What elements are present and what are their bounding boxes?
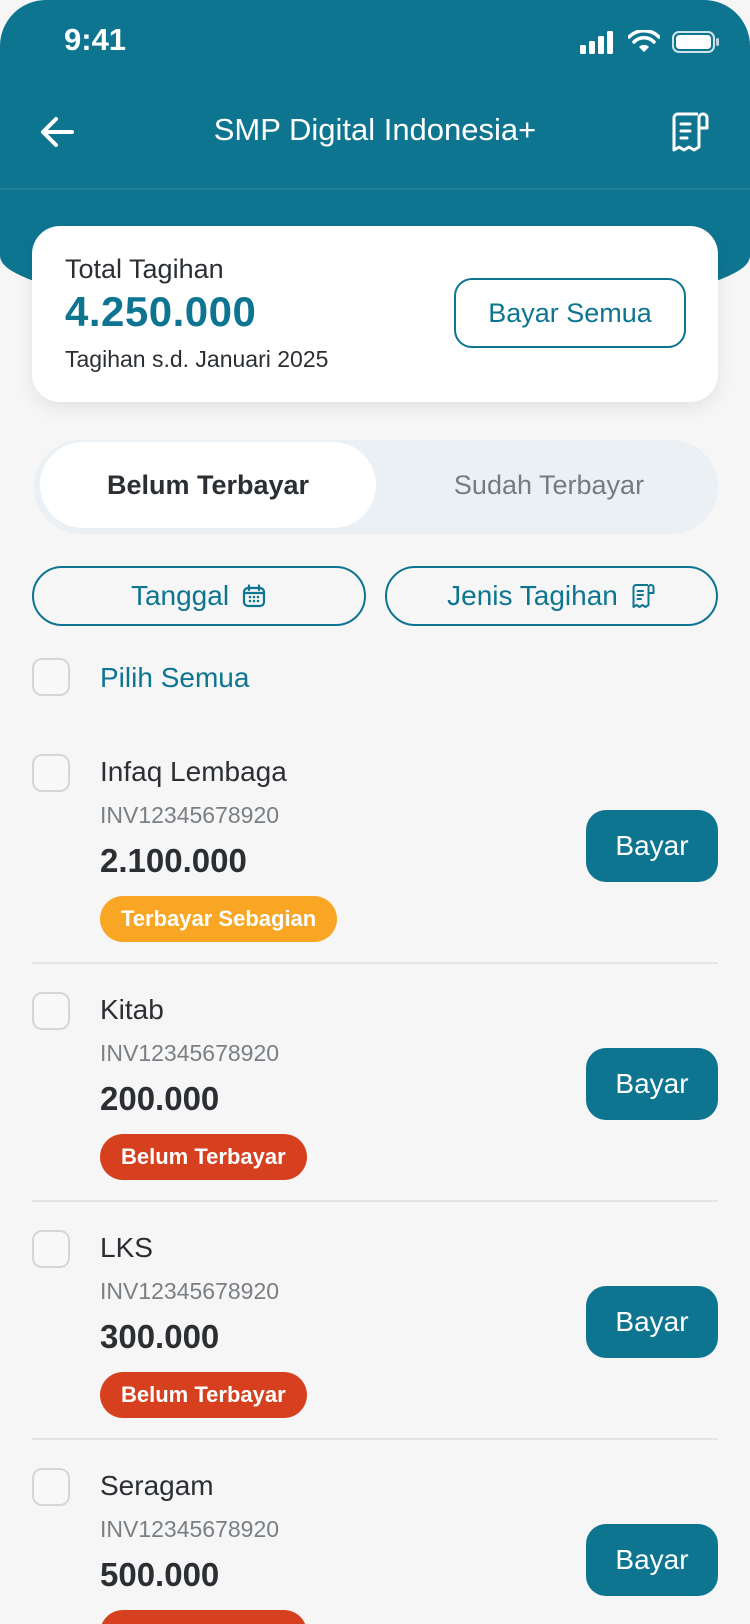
item-amount: 500.000: [100, 1556, 220, 1593]
bill-type-filter-button[interactable]: Jenis Tagihan: [385, 566, 718, 626]
status-badge: Belum Terbayar: [100, 1372, 307, 1418]
tab-unpaid[interactable]: Belum Terbayar: [40, 442, 376, 528]
item-checkbox[interactable]: [32, 1468, 70, 1506]
item-invoice: INV12345678920: [100, 1040, 280, 1066]
item-amount: 200.000: [100, 1080, 220, 1117]
item-amount: 300.000: [100, 1318, 220, 1355]
pay-button[interactable]: Bayar: [586, 1524, 718, 1596]
total-subtitle: Tagihan s.d. Januari 2025: [65, 346, 329, 372]
tab-paid[interactable]: Sudah Terbayar: [384, 442, 714, 528]
item-name: Seragam: [100, 1470, 214, 1501]
pay-button[interactable]: Bayar: [586, 1286, 718, 1358]
item-name: Kitab: [100, 994, 164, 1025]
select-all-label[interactable]: Pilih Semua: [100, 662, 249, 694]
total-bill-card: Total Tagihan 4.250.000 Tagihan s.d. Jan…: [32, 226, 718, 402]
date-filter-button[interactable]: Tanggal: [32, 566, 366, 626]
item-invoice: INV12345678920: [100, 802, 280, 828]
item-name: Infaq Lembaga: [100, 756, 287, 787]
signal-icon: [580, 31, 613, 54]
battery-icon: [672, 31, 719, 53]
pay-button[interactable]: Bayar: [586, 810, 718, 882]
status-badge: Belum Terbayar: [100, 1610, 307, 1624]
bill-item: Infaq Lembaga INV12345678920 2.100.000 T…: [0, 754, 750, 992]
page-title: SMP Digital Indonesia+: [213, 112, 537, 147]
bill-item: Seragam INV12345678920 500.000 Belum Ter…: [0, 1468, 750, 1624]
wifi-icon: [628, 30, 660, 52]
pay-all-button[interactable]: Bayar Semua: [454, 278, 686, 348]
total-label: Total Tagihan: [65, 254, 224, 284]
status-time: 9:41: [64, 22, 127, 57]
select-all-checkbox[interactable]: [32, 658, 70, 696]
status-badge: Belum Terbayar: [100, 1134, 307, 1180]
date-filter-label: Tanggal: [130, 580, 230, 611]
status-icons: [580, 30, 720, 54]
item-amount: 2.100.000: [100, 842, 247, 879]
bill-item: LKS INV12345678920 300.000 Belum Terbaya…: [0, 1230, 750, 1468]
bill-item: Kitab INV12345678920 200.000 Belum Terba…: [0, 992, 750, 1230]
calendar-icon: [242, 584, 266, 608]
status-badge: Terbayar Sebagian: [100, 896, 338, 942]
item-checkbox[interactable]: [32, 992, 70, 1030]
pay-button[interactable]: Bayar: [586, 1048, 718, 1120]
item-divider: [32, 1438, 718, 1440]
item-divider: [32, 962, 718, 964]
bill-status-tabs: Belum Terbayar Sudah Terbayar: [34, 440, 718, 534]
item-invoice: INV12345678920: [100, 1516, 280, 1542]
receipt-icon[interactable]: [666, 108, 714, 156]
item-checkbox[interactable]: [32, 754, 70, 792]
total-amount: 4.250.000: [65, 288, 257, 335]
item-checkbox[interactable]: [32, 1230, 70, 1268]
item-invoice: INV12345678920: [100, 1278, 280, 1304]
bill-type-filter-label: Jenis Tagihan: [447, 580, 618, 611]
item-divider: [32, 1200, 718, 1202]
item-name: LKS: [100, 1232, 153, 1263]
receipt-icon: [632, 584, 655, 608]
header-divider: [0, 188, 750, 190]
